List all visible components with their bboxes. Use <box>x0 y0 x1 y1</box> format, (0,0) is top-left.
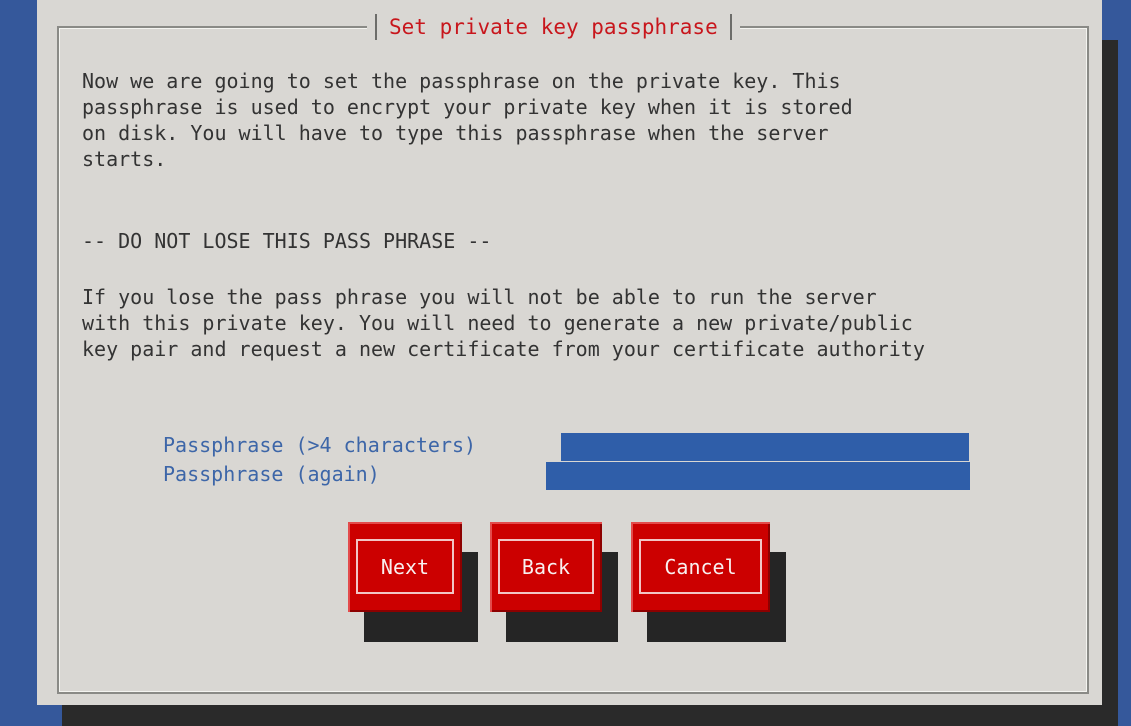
passphrase-label: Passphrase (>4 characters) <box>163 433 477 457</box>
next-button[interactable]: Next <box>348 522 462 612</box>
cancel-button-label: Cancel <box>639 539 762 594</box>
passphrase-dialog: Set private key passphrase Now we are go… <box>37 0 1102 705</box>
back-button-label: Back <box>498 539 594 594</box>
dialog-title-bar: Set private key passphrase <box>367 11 740 43</box>
back-button[interactable]: Back <box>490 522 602 612</box>
passphrase-again-label: Passphrase (again) <box>163 462 380 486</box>
description-line-1: Now we are going to set the passphrase o… <box>82 69 841 93</box>
passphrase-input[interactable] <box>561 433 969 461</box>
description-line-3: on disk. You will have to type this pass… <box>82 121 829 145</box>
warning-detail-line-3: key pair and request a new certificate f… <box>82 337 925 361</box>
description-line-4: starts. <box>82 147 167 171</box>
cancel-button[interactable]: Cancel <box>631 522 770 612</box>
terminal-screen: Set private key passphrase Now we are go… <box>0 0 1131 726</box>
description-line-2: passphrase is used to encrypt your priva… <box>82 95 853 119</box>
warning-detail-line-1: If you lose the pass phrase you will not… <box>82 285 877 309</box>
next-button-label: Next <box>356 539 454 594</box>
title-right-tick <box>729 14 732 40</box>
warning-text: -- DO NOT LOSE THIS PASS PHRASE -- <box>82 229 492 253</box>
dialog-title: Set private key passphrase <box>389 15 718 39</box>
passphrase-again-input[interactable] <box>546 462 970 490</box>
warning-detail-line-2: with this private key. You will need to … <box>82 311 913 335</box>
